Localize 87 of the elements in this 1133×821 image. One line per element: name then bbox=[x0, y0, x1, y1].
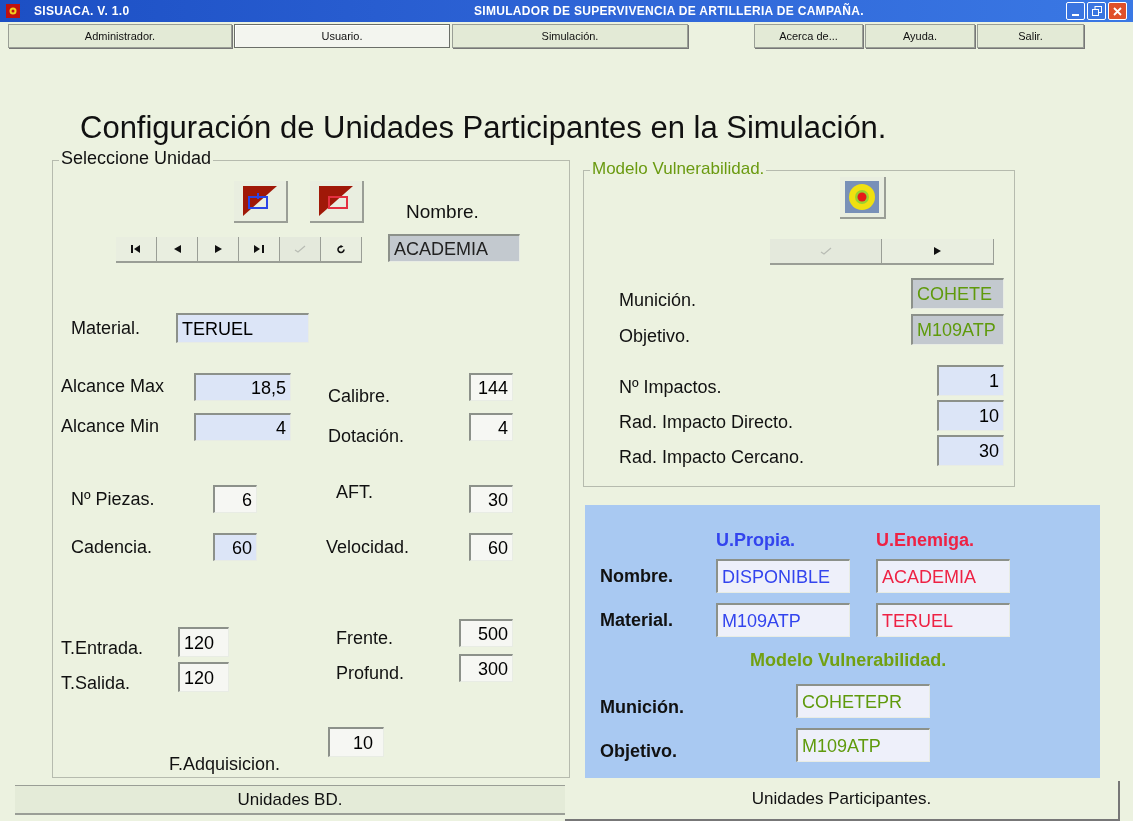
menu-button[interactable]: Simulación. bbox=[452, 24, 688, 48]
menu-button[interactable]: Salir. bbox=[977, 24, 1084, 48]
field-label: T.Entrada. bbox=[61, 639, 145, 657]
input-field[interactable]: 500 bbox=[459, 619, 513, 647]
field-label: Velocidad. bbox=[326, 538, 411, 556]
app-title: SISUACA. V. 1.0 bbox=[34, 3, 131, 20]
field-label: Nombre. bbox=[406, 202, 479, 221]
field-label: Nº Impactos. bbox=[619, 377, 722, 396]
field-label: Cadencia. bbox=[71, 538, 154, 556]
page-heading: Configuración de Unidades Participantes en la Simulación. bbox=[80, 110, 888, 146]
restore-button[interactable] bbox=[1087, 2, 1106, 20]
check-icon bbox=[294, 245, 306, 253]
refresh-icon bbox=[336, 244, 346, 254]
input-field[interactable]: 120 bbox=[178, 627, 229, 657]
input-field[interactable]: 30 bbox=[937, 435, 1004, 466]
input-field[interactable]: TERUEL bbox=[176, 313, 309, 343]
field-label: F.Adquisicion. bbox=[169, 755, 282, 773]
section-heading: Modelo Vulnerabilidad. bbox=[750, 649, 948, 672]
input-field[interactable]: 18,5 bbox=[194, 373, 291, 401]
close-button[interactable] bbox=[1108, 2, 1127, 20]
field-label: Objetivo. bbox=[600, 742, 678, 760]
field-label: T.Salida. bbox=[61, 674, 132, 692]
group-legend: Modelo Vulnerabilidad. bbox=[590, 160, 767, 177]
input-field[interactable]: 144 bbox=[469, 373, 513, 401]
field-label: Nombre. bbox=[600, 567, 674, 585]
restore-icon bbox=[1091, 6, 1102, 16]
input-field[interactable]: 4 bbox=[194, 413, 291, 441]
navigation-button[interactable] bbox=[239, 237, 280, 263]
field-label: Rad. Impacto Directo. bbox=[619, 412, 794, 431]
input-field[interactable]: 120 bbox=[178, 662, 229, 692]
input-field[interactable]: 6 bbox=[213, 485, 257, 513]
input-field[interactable]: TERUEL bbox=[876, 603, 1010, 637]
field-label: Alcance Min bbox=[61, 417, 161, 435]
field-label: Profund. bbox=[336, 664, 406, 682]
field-label: Frente. bbox=[336, 629, 395, 647]
input-field[interactable]: ACADEMIA bbox=[876, 559, 1010, 593]
field-label: Munición. bbox=[600, 698, 685, 716]
last-record-icon bbox=[254, 245, 264, 253]
navigation-button[interactable] bbox=[157, 237, 198, 263]
first-record-icon bbox=[131, 245, 141, 253]
next-icon bbox=[934, 247, 941, 255]
menu-button[interactable]: Administrador. bbox=[8, 24, 232, 48]
input-field[interactable]: 10 bbox=[937, 400, 1004, 431]
group-legend: Seleccione Unidad bbox=[59, 149, 214, 167]
field-label: Munición. bbox=[619, 291, 697, 309]
target-icon bbox=[845, 181, 879, 213]
navigation-button[interactable] bbox=[198, 237, 239, 263]
field-label: Material. bbox=[600, 611, 675, 629]
input-field[interactable]: M109ATP bbox=[716, 603, 850, 637]
minimize-icon bbox=[1072, 14, 1079, 16]
field-label: Calibre. bbox=[328, 387, 392, 405]
flag-frame-icon bbox=[319, 186, 353, 216]
field-label: Nº Piezas. bbox=[71, 490, 156, 508]
column-heading: U.Enemiga. bbox=[876, 528, 976, 552]
field-label: Dotación. bbox=[328, 427, 406, 445]
input-field[interactable]: 300 bbox=[459, 654, 513, 682]
window-title: SIMULADOR DE SUPERVIVENCIA DE ARTILLERIA DE CAMPAÑA. bbox=[474, 2, 864, 20]
menu-button[interactable]: Usuario. bbox=[234, 24, 450, 48]
app-icon bbox=[6, 4, 20, 18]
check-icon bbox=[819, 247, 832, 255]
next-icon bbox=[214, 245, 222, 253]
input-field[interactable]: 60 bbox=[469, 533, 513, 561]
column-heading: U.Propia. bbox=[716, 528, 796, 552]
close-icon bbox=[1113, 6, 1122, 16]
menu-button[interactable]: Acerca de... bbox=[754, 24, 863, 48]
field-label: Rad. Impacto Cercano. bbox=[619, 447, 805, 466]
target-button[interactable] bbox=[840, 177, 886, 219]
input-field[interactable]: 30 bbox=[469, 485, 513, 513]
input-field[interactable]: ACADEMIA bbox=[388, 234, 520, 262]
input-field[interactable]: 4 bbox=[469, 413, 513, 441]
field-label: Alcance Max bbox=[61, 377, 166, 395]
navigation-button[interactable] bbox=[116, 237, 157, 263]
previous-icon bbox=[173, 245, 181, 253]
flag-frame-icon bbox=[243, 186, 277, 216]
toolbar-button[interactable] bbox=[234, 181, 288, 223]
input-field[interactable]: 10 bbox=[328, 727, 384, 757]
tab[interactable]: Unidades Participantes. bbox=[565, 781, 1120, 821]
input-field[interactable]: 60 bbox=[213, 533, 257, 561]
field-label: AFT. bbox=[336, 483, 374, 501]
minimize-button[interactable] bbox=[1066, 2, 1085, 20]
toolbar-button[interactable] bbox=[310, 181, 364, 223]
field-label: Objetivo. bbox=[619, 327, 691, 345]
field-label: Material. bbox=[71, 319, 142, 337]
menu-button[interactable]: Ayuda. bbox=[865, 24, 975, 48]
tab[interactable]: Unidades BD. bbox=[15, 785, 565, 815]
input-field[interactable]: 1 bbox=[937, 365, 1004, 396]
input-field[interactable]: DISPONIBLE bbox=[716, 559, 850, 593]
